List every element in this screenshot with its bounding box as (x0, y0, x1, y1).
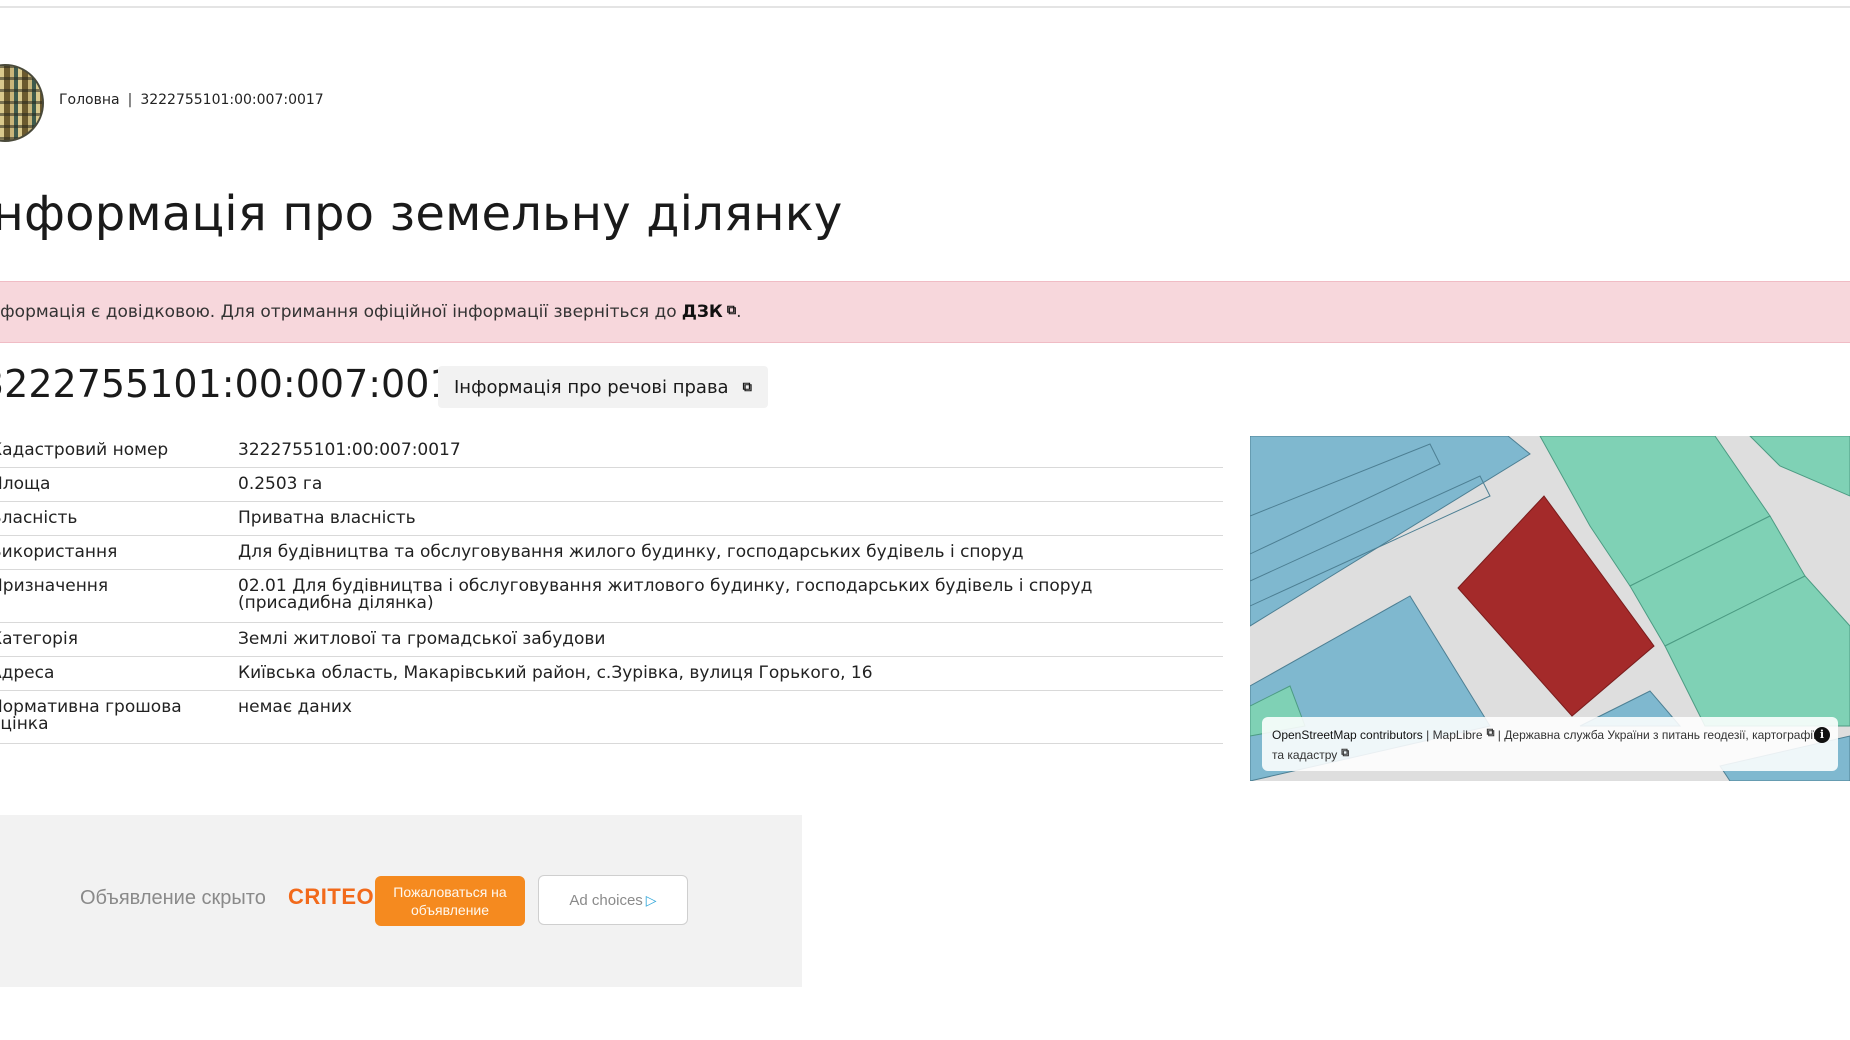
row-key: Кадастровий номер (0, 434, 238, 468)
table-row: Адреса Київська область, Макарівський ра… (0, 656, 1223, 691)
ad-choices-label: Ad choices (569, 891, 643, 909)
row-value: Для будівництва та обслуговування жилого… (238, 535, 1223, 570)
row-value: 3222755101:00:007:0017 (238, 434, 1223, 468)
property-rights-label: Інформація про речові права (454, 376, 729, 398)
table-row: Площа 0.2503 га (0, 467, 1223, 502)
parcel-map[interactable]: i OpenStreetMap contributors | MapLibre ⧉… (1250, 436, 1850, 781)
external-link-icon: ⧉ (1486, 727, 1495, 739)
row-key: Призначення (0, 569, 238, 623)
row-value: Київська область, Макарівський район, с.… (238, 656, 1223, 691)
breadcrumb: Головна | 3222755101:00:007:0017 (59, 92, 324, 108)
row-value: Приватна власність (238, 501, 1223, 536)
row-key: Використання (0, 535, 238, 570)
ad-hidden-text: Объявление скрыто (80, 887, 266, 909)
notice-suffix: . (736, 302, 742, 322)
row-value: 02.01 Для будівництва і обслуговування ж… (238, 569, 1223, 623)
top-divider (0, 6, 1850, 8)
row-key: Категорія (0, 622, 238, 657)
page-title: Інформація про земельну ділянку (0, 186, 843, 242)
table-row: Кадастровий номер 3222755101:00:007:0017 (0, 434, 1223, 468)
row-key: Власність (0, 501, 238, 536)
row-key: Нормативна грошова оцінка (0, 690, 238, 744)
breadcrumb-separator: | (127, 92, 133, 108)
external-link-icon: ⧉ (726, 303, 737, 318)
notice-text: Інформація є довідковою. Для отримання о… (0, 302, 677, 322)
cadastral-number-heading: 3222755101:00:007:0017 (0, 362, 478, 406)
ad-complain-button[interactable]: Пожаловаться на объявление (375, 876, 525, 926)
row-key: Площа (0, 467, 238, 502)
row-value: Землі житлової та громадської забудови (238, 622, 1223, 657)
table-row: Категорія Землі житлової та громадської … (0, 622, 1223, 657)
criteo-logo: CRITEO (288, 884, 375, 909)
dzk-link[interactable]: ДЗК ⧉ (682, 302, 736, 322)
ad-choices-button[interactable]: Ad choices ▷ (538, 875, 688, 925)
breadcrumb-home-link[interactable]: Головна (59, 92, 120, 108)
attribution-separator: | (1497, 728, 1501, 742)
ad-banner: Объявление скрыто CRITEO Пожаловаться на… (0, 815, 802, 987)
map-attribution: i OpenStreetMap contributors | MapLibre ⧉… (1262, 717, 1838, 771)
property-rights-button[interactable]: Інформація про речові права ⧉ (438, 366, 768, 408)
table-row: Власність Приватна власність (0, 501, 1223, 536)
site-logo[interactable] (0, 64, 44, 142)
row-value: 0.2503 га (238, 467, 1223, 502)
table-row: Призначення 02.01 Для будівництва і обсл… (0, 569, 1223, 623)
row-value: немає даних (238, 690, 1223, 744)
parcel-info-table: Кадастровий номер 3222755101:00:007:0017… (0, 434, 1223, 744)
table-row: Нормативна грошова оцінка немає даних (0, 690, 1223, 744)
ad-choices-icon: ▷ (645, 891, 657, 908)
external-link-icon: ⧉ (1341, 747, 1350, 759)
attribution-separator: | (1426, 728, 1430, 742)
reference-notice: Інформація є довідковою. Для отримання о… (0, 281, 1850, 343)
breadcrumb-current: 3222755101:00:007:0017 (140, 92, 324, 108)
dzk-link-label: ДЗК (681, 302, 723, 322)
osm-link[interactable]: OpenStreetMap contributors (1272, 728, 1423, 742)
external-link-icon: ⧉ (742, 379, 752, 395)
table-row: Використання Для будівництва та обслугов… (0, 535, 1223, 570)
maplibre-link[interactable]: MapLibre (1433, 728, 1483, 742)
row-key: Адреса (0, 656, 238, 691)
info-icon[interactable]: i (1814, 727, 1830, 743)
